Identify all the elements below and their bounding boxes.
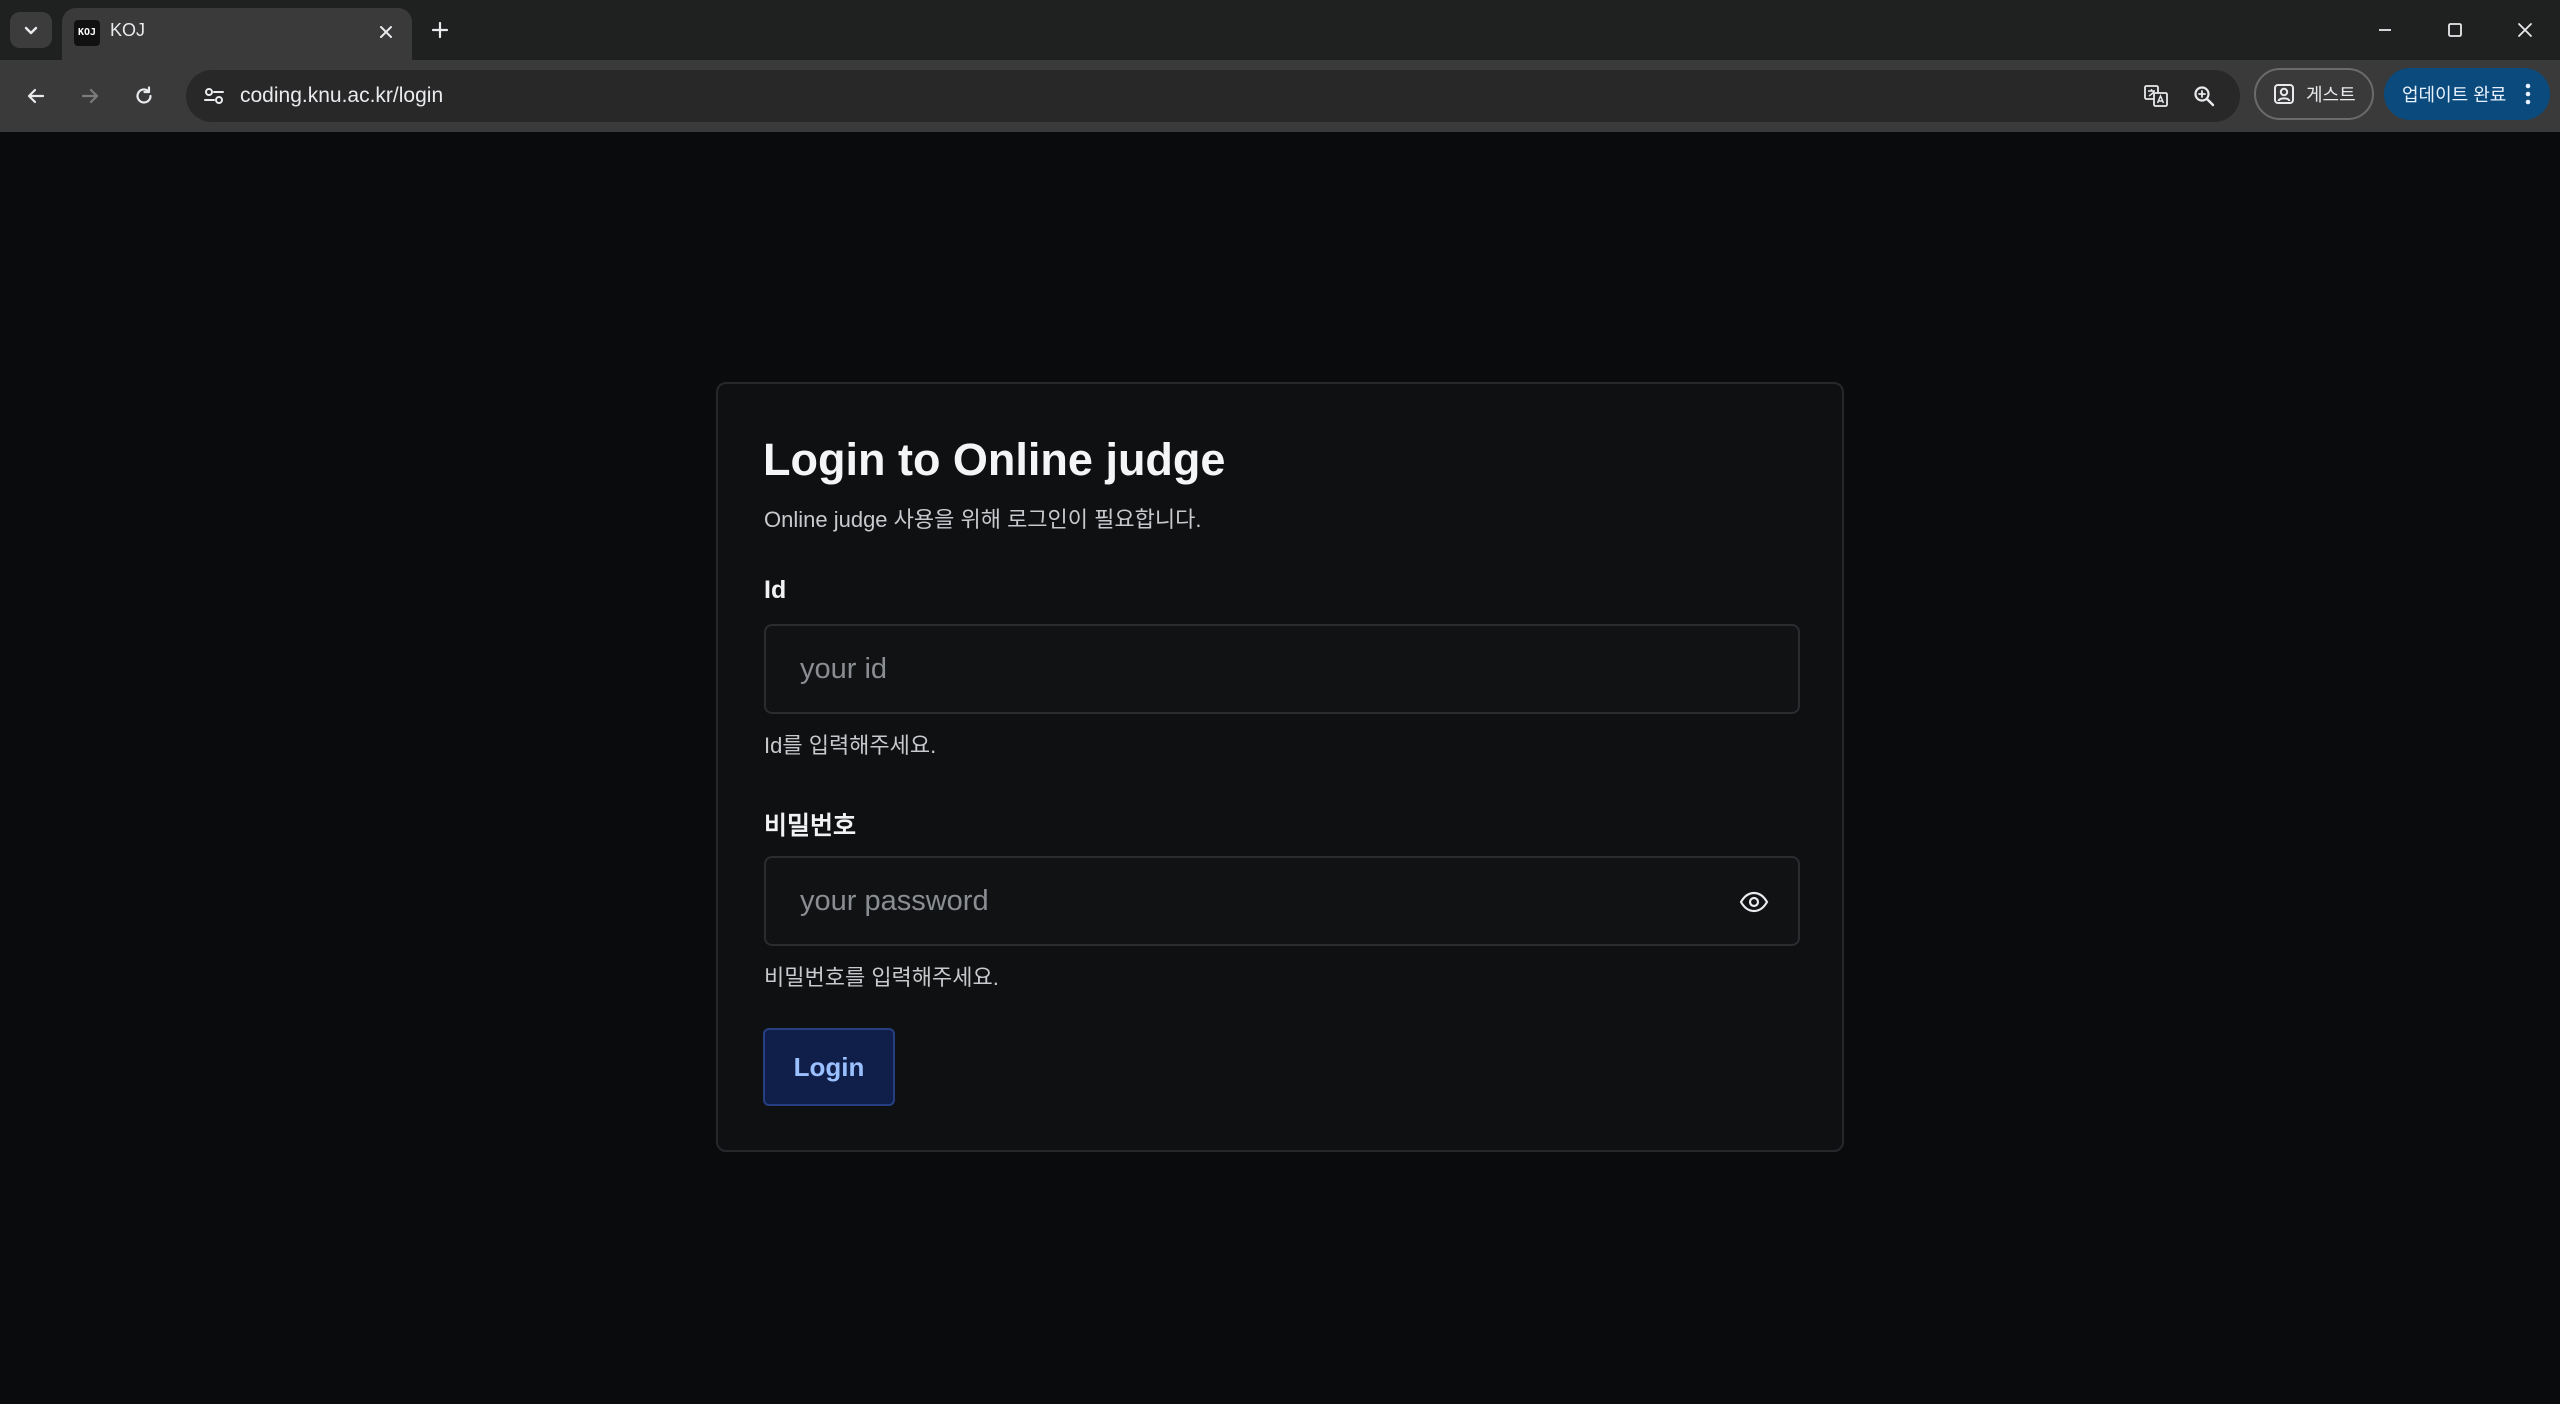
browser-toolbar: coding.knu.ac.kr/login 게스트 업데이트 완료	[0, 60, 2560, 132]
tab-close-button[interactable]	[372, 18, 400, 46]
id-helper-text: Id를 입력해주세요.	[764, 733, 937, 758]
update-chip-label: 업데이트 완료	[2402, 85, 2507, 105]
close-icon	[2518, 23, 2532, 37]
id-field[interactable]	[764, 624, 1800, 714]
password-field[interactable]	[764, 856, 1800, 946]
kebab-menu-icon	[2525, 83, 2531, 105]
profile-icon	[2274, 84, 2294, 104]
tab-search-button[interactable]	[10, 12, 52, 48]
zoom-icon	[2194, 86, 2215, 107]
forward-button[interactable]	[70, 76, 110, 116]
id-label: Id	[764, 576, 787, 604]
back-button[interactable]	[16, 76, 56, 116]
tune-icon	[204, 88, 224, 104]
reload-button[interactable]	[124, 76, 164, 116]
browser-menu-button[interactable]	[2516, 80, 2540, 108]
close-window-button[interactable]	[2490, 0, 2560, 60]
maximize-button[interactable]	[2420, 0, 2490, 60]
profile-chip-label: 게스트	[2306, 85, 2356, 105]
password-label: 비밀번호	[764, 812, 857, 840]
minimize-button[interactable]	[2350, 0, 2420, 60]
page-subtitle: Online judge 사용을 위해 로그인이 필요합니다.	[764, 507, 1202, 532]
close-icon	[380, 26, 392, 38]
site-info-button[interactable]	[196, 78, 232, 114]
login-card: Login to Online judge Online judge 사용을 위…	[716, 382, 1844, 1152]
password-input[interactable]	[766, 858, 1798, 944]
url-text[interactable]: coding.knu.ac.kr/login	[240, 70, 443, 122]
eye-icon	[1739, 891, 1769, 913]
tab-favicon: KOJ	[74, 20, 100, 46]
password-helper-text: 비밀번호를 입력해주세요.	[764, 965, 999, 990]
id-input[interactable]	[766, 626, 1798, 712]
reload-icon	[136, 86, 152, 104]
login-button[interactable]: Login	[763, 1028, 895, 1106]
plus-icon	[431, 21, 449, 39]
tab-strip: KOJ KOJ	[0, 0, 2560, 60]
arrow-left-icon	[27, 88, 45, 104]
update-chip[interactable]: 업데이트 완료	[2384, 68, 2550, 120]
tab-title: KOJ	[110, 20, 146, 40]
maximize-icon	[2448, 23, 2462, 37]
arrow-right-icon	[81, 88, 99, 104]
page-content: Login to Online judge Online judge 사용을 위…	[0, 132, 2560, 1404]
profile-chip[interactable]: 게스트	[2254, 68, 2374, 120]
address-bar[interactable]: coding.knu.ac.kr/login	[186, 70, 2240, 122]
zoom-button[interactable]	[2186, 78, 2222, 114]
translate-icon	[2144, 85, 2168, 107]
minimize-icon	[2379, 29, 2391, 31]
browser-tab[interactable]: KOJ KOJ	[62, 8, 412, 60]
page-title: Login to Online judge	[763, 434, 1226, 485]
new-tab-button[interactable]	[422, 12, 458, 48]
translate-button[interactable]	[2138, 78, 2174, 114]
chevron-down-icon	[24, 26, 38, 35]
toggle-password-visibility-button[interactable]	[1738, 888, 1770, 916]
